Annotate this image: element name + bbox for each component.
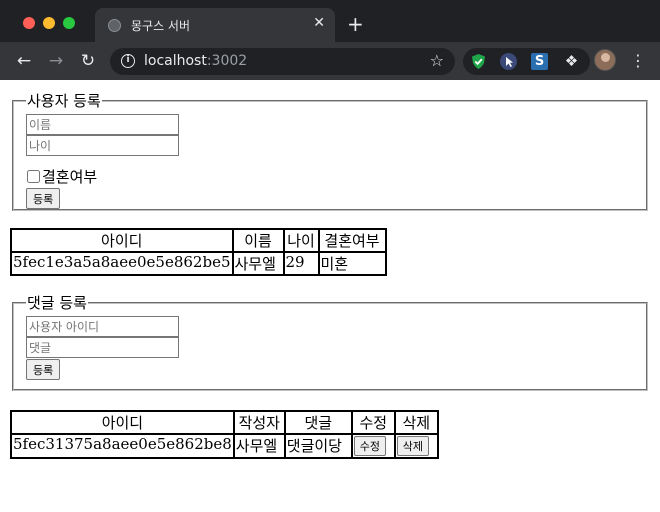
window-minimize-button[interactable] bbox=[43, 17, 55, 29]
extensions-group: S ❖ bbox=[463, 48, 590, 75]
info-icon[interactable]: i bbox=[121, 54, 135, 68]
user-id-cell: 5fec1e3a5a8aee0e5e862be5 bbox=[11, 252, 233, 275]
users-table: 아이디 이름 나이 결혼여부 5fec1e3a5a8aee0e5e862be5 … bbox=[10, 228, 387, 276]
comment-text-cell: 댓글이당 bbox=[284, 434, 352, 458]
edit-cell: 수정 bbox=[351, 434, 395, 458]
url-port: :3002 bbox=[206, 53, 248, 69]
s-extension-icon[interactable]: S bbox=[531, 53, 548, 70]
column-header: 아이디 bbox=[11, 229, 233, 252]
married-checkbox[interactable] bbox=[27, 170, 40, 183]
window-close-button[interactable] bbox=[23, 17, 35, 29]
kebab-menu-icon[interactable]: ⋮ bbox=[630, 50, 646, 72]
user-name-cell: 사무엘 bbox=[232, 252, 284, 275]
users-table-header: 아이디 이름 나이 결혼여부 bbox=[11, 229, 386, 252]
comment-register-form: 댓글 등록 등록 bbox=[12, 292, 648, 391]
married-row: 결혼여부 bbox=[27, 166, 97, 187]
bookmark-star-icon[interactable]: ☆ bbox=[430, 51, 444, 70]
window-maximize-button[interactable] bbox=[63, 17, 75, 29]
user-married-cell: 미혼 bbox=[318, 252, 386, 275]
user-form-legend: 사용자 등록 bbox=[27, 92, 101, 110]
age-input[interactable] bbox=[26, 135, 179, 156]
globe-icon bbox=[108, 19, 121, 32]
comments-table: 아이디 작성자 댓글 수정 삭제 5fec31375a8aee0e5e862be… bbox=[10, 410, 439, 459]
comments-table-header: 아이디 작성자 댓글 수정 삭제 bbox=[11, 411, 438, 434]
comment-id-cell: 5fec31375a8aee0e5e862be8 bbox=[11, 434, 234, 458]
puzzle-icon[interactable]: ❖ bbox=[563, 53, 580, 70]
column-header: 삭제 bbox=[394, 411, 438, 434]
comment-author-cell: 사무엘 bbox=[233, 434, 285, 458]
column-header: 이름 bbox=[232, 229, 284, 252]
tab-title: 몽구스 서버 bbox=[131, 19, 191, 33]
new-tab-button[interactable]: + bbox=[347, 14, 364, 34]
user-age-cell: 29 bbox=[283, 252, 319, 275]
comment-input[interactable] bbox=[26, 337, 179, 358]
column-header: 작성자 bbox=[233, 411, 285, 434]
user-register-form: 사용자 등록 결혼여부 등록 bbox=[12, 90, 648, 211]
forward-arrow-icon[interactable]: → bbox=[46, 50, 66, 72]
reload-icon[interactable]: ↻ bbox=[78, 50, 98, 72]
browser-tab[interactable]: 몽구스 서버 ✕ bbox=[95, 8, 335, 42]
name-input[interactable] bbox=[26, 114, 179, 135]
cursor-extension-icon[interactable] bbox=[500, 53, 517, 70]
user-id-input[interactable] bbox=[26, 316, 179, 337]
table-row[interactable]: 5fec1e3a5a8aee0e5e862be5 사무엘 29 미혼 bbox=[11, 252, 386, 275]
profile-avatar[interactable] bbox=[594, 49, 616, 71]
column-header: 댓글 bbox=[284, 411, 352, 434]
tab-strip: 몽구스 서버 ✕ + bbox=[0, 0, 660, 42]
back-arrow-icon[interactable]: ← bbox=[14, 50, 34, 72]
delete-cell: 삭제 bbox=[394, 434, 438, 458]
column-header: 아이디 bbox=[11, 411, 234, 434]
column-header: 나이 bbox=[283, 229, 319, 252]
browser-chrome: 몽구스 서버 ✕ + ← → ↻ i localhost:3002 ☆ S ❖ … bbox=[0, 0, 660, 80]
shield-icon[interactable] bbox=[470, 53, 487, 70]
url-host: localhost bbox=[144, 53, 207, 69]
column-header: 결혼여부 bbox=[318, 229, 386, 252]
user-submit-button[interactable]: 등록 bbox=[26, 188, 61, 209]
comment-form-legend: 댓글 등록 bbox=[27, 294, 87, 312]
edit-button[interactable]: 수정 bbox=[353, 436, 387, 456]
table-row[interactable]: 5fec31375a8aee0e5e862be8 사무엘 댓글이당 수정 삭제 bbox=[11, 434, 438, 458]
column-header: 수정 bbox=[351, 411, 395, 434]
delete-button[interactable]: 삭제 bbox=[396, 436, 430, 456]
page-content: 사용자 등록 결혼여부 등록 아이디 이름 나이 결혼여부 5fec1e3a5a… bbox=[0, 80, 660, 512]
url-text[interactable]: localhost:3002 bbox=[144, 53, 247, 69]
address-bar[interactable]: i localhost:3002 ☆ bbox=[110, 48, 455, 75]
tab-close-icon[interactable]: ✕ bbox=[313, 15, 325, 31]
browser-toolbar: ← → ↻ i localhost:3002 ☆ S ❖ ⋮ bbox=[0, 42, 660, 80]
married-label: 결혼여부 bbox=[42, 168, 98, 186]
comment-submit-button[interactable]: 등록 bbox=[26, 359, 61, 380]
